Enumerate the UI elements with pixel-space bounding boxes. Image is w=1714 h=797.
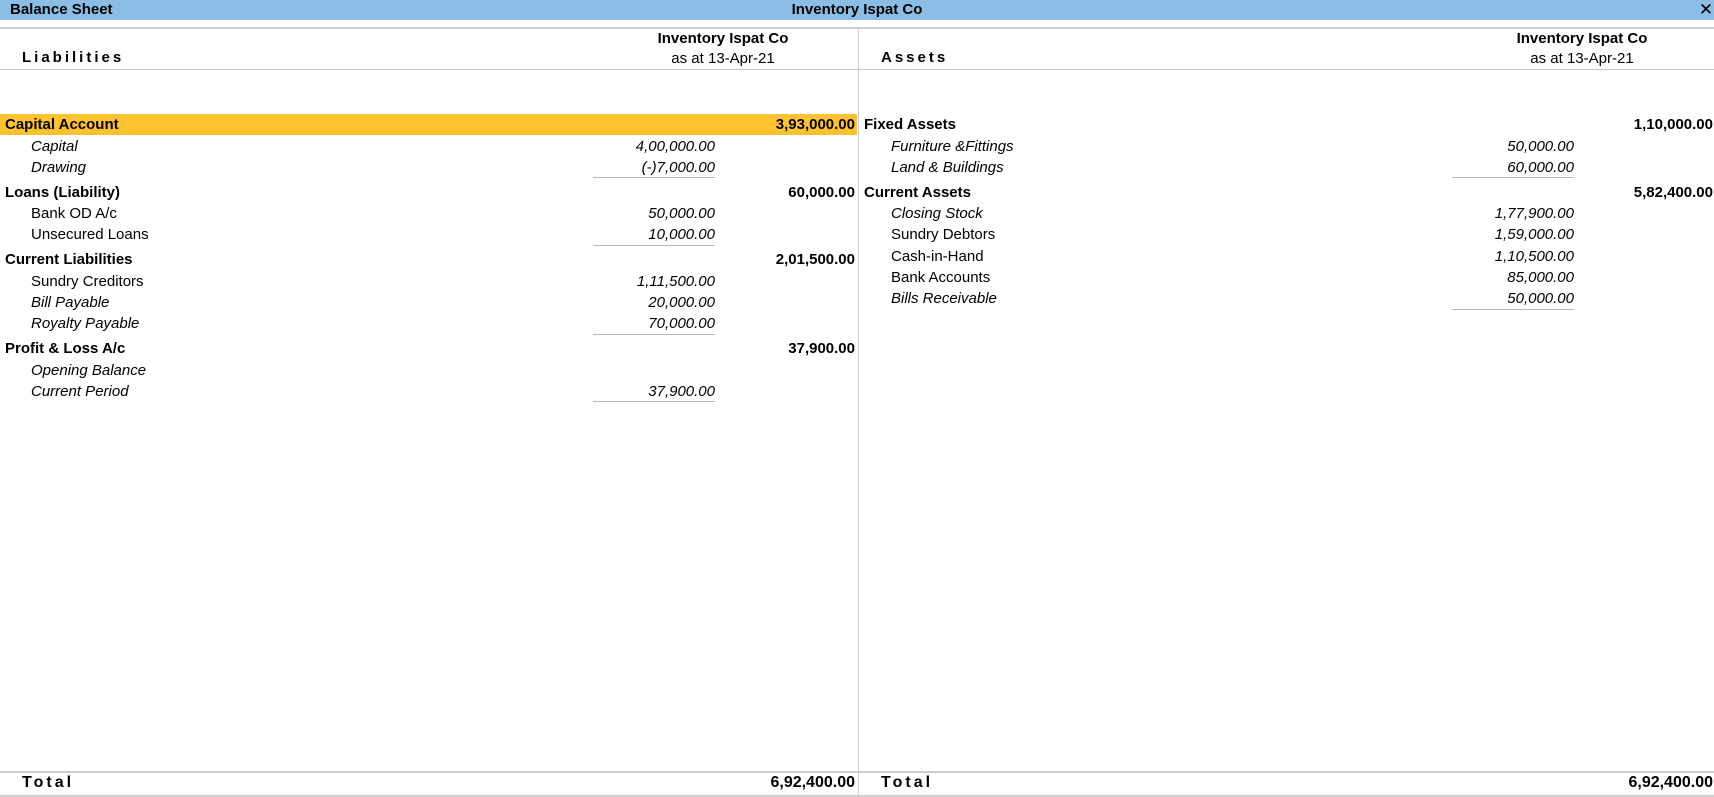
group-name: Loans (Liability) bbox=[5, 183, 121, 201]
ledger-row[interactable]: Sundry Creditors bbox=[31, 271, 144, 292]
group-row[interactable]: Current Assets bbox=[864, 182, 971, 203]
header-bottom-divider bbox=[0, 69, 1714, 70]
assets-date: as at 13-Apr-21 bbox=[1530, 50, 1634, 67]
ledger-amount: 50,000.00 bbox=[1507, 290, 1574, 308]
assets-total-label: Total bbox=[881, 774, 934, 791]
group-row[interactable]: Fixed Assets bbox=[864, 114, 956, 135]
title-bar: Balance Sheet Inventory Ispat Co ✕ bbox=[0, 0, 1714, 20]
ledger-amount: 10,000.00 bbox=[648, 226, 715, 244]
ledger-name: Sundry Creditors bbox=[31, 272, 144, 290]
ledger-name: Cash-in-Hand bbox=[891, 247, 984, 265]
liabilities-column-header: Inventory Ispat Co as at 13-Apr-21 bbox=[613, 29, 833, 69]
close-icon[interactable]: ✕ bbox=[1698, 0, 1714, 20]
ledger-amount: 1,11,500.00 bbox=[636, 272, 715, 290]
ledger-name: Unsecured Loans bbox=[31, 226, 149, 244]
ledger-amount: 4,00,000.00 bbox=[635, 137, 715, 155]
ledger-row[interactable]: Royalty Payable bbox=[31, 313, 139, 334]
ledger-amount: 60,000.00 bbox=[1507, 158, 1574, 176]
ledger-row[interactable]: Unsecured Loans bbox=[31, 224, 149, 245]
company-title: Inventory Ispat Co bbox=[791, 1, 923, 18]
group-amount: 37,900.00 bbox=[788, 340, 855, 358]
ledger-name: Furniture &Fittings bbox=[891, 137, 1014, 155]
ledger-row[interactable]: Opening Balance bbox=[31, 360, 146, 381]
ledger-row[interactable]: Sundry Debtors bbox=[891, 224, 995, 245]
ledger-name: Bills Receivable bbox=[891, 290, 997, 308]
column-divider bbox=[858, 29, 859, 797]
ledger-amount: (-)7,000.00 bbox=[641, 158, 715, 176]
ledger-name: Closing Stock bbox=[891, 205, 983, 223]
group-amount: 1,10,000.00 bbox=[1633, 116, 1713, 133]
ledger-row[interactable]: Capital bbox=[31, 136, 78, 157]
ledger-name: Current Period bbox=[31, 382, 129, 400]
ledger-amount: 85,000.00 bbox=[1507, 269, 1574, 286]
ledger-amount: 1,10,500.00 bbox=[1494, 247, 1574, 265]
subtotal-underline bbox=[1452, 308, 1574, 310]
ledger-row[interactable]: Land & Buildings bbox=[891, 157, 1004, 178]
assets-heading: Assets bbox=[881, 49, 949, 66]
liabilities-total-amount: 6,92,400.00 bbox=[770, 774, 855, 791]
ledger-name: Drawing bbox=[31, 158, 87, 176]
ledger-amount: 50,000.00 bbox=[1507, 137, 1574, 155]
ledger-row[interactable]: Closing Stock bbox=[891, 203, 983, 224]
group-name: Capital Account bbox=[5, 116, 119, 133]
group-row[interactable]: Capital Account bbox=[5, 114, 119, 135]
liabilities-total-label: Total bbox=[22, 774, 75, 791]
group-amount: 60,000.00 bbox=[788, 183, 855, 201]
assets-total-amount: 6,92,400.00 bbox=[1628, 774, 1713, 791]
subtotal-underline bbox=[593, 333, 715, 335]
ledger-name: Opening Balance bbox=[31, 361, 147, 379]
subtotal-underline bbox=[593, 401, 715, 403]
ledger-row[interactable]: Bank Accounts bbox=[891, 267, 990, 288]
subtotal-underline bbox=[593, 244, 715, 246]
liabilities-heading: Liabilities bbox=[22, 49, 125, 66]
group-name: Profit & Loss A/c bbox=[5, 340, 126, 358]
ledger-amount: 37,900.00 bbox=[648, 382, 715, 400]
liabilities-date: as at 13-Apr-21 bbox=[671, 50, 775, 67]
ledger-amount: 1,77,900.00 bbox=[1494, 205, 1574, 223]
group-name: Current Liabilities bbox=[5, 251, 133, 269]
ledger-name: Sundry Debtors bbox=[891, 226, 996, 244]
ledger-row[interactable]: Cash-in-Hand bbox=[891, 246, 984, 267]
ledger-amount bbox=[555, 360, 715, 381]
ledger-row[interactable]: Bills Receivable bbox=[891, 288, 997, 309]
liabilities-company-name: Inventory Ispat Co bbox=[657, 30, 789, 47]
group-row[interactable]: Current Liabilities bbox=[5, 249, 133, 270]
ledger-row[interactable]: Furniture &Fittings bbox=[891, 136, 1014, 157]
total-top-divider bbox=[0, 771, 1714, 773]
ledger-name: Royalty Payable bbox=[31, 315, 140, 333]
group-row[interactable]: Loans (Liability) bbox=[5, 182, 120, 203]
header-top-divider bbox=[0, 27, 1714, 29]
subtotal-underline bbox=[1452, 177, 1574, 179]
ledger-name: Bank Accounts bbox=[891, 269, 991, 286]
ledger-row[interactable]: Bank OD A/c bbox=[31, 203, 117, 224]
ledger-name: Bank OD A/c bbox=[31, 205, 117, 223]
ledger-name: Bill Payable bbox=[31, 294, 110, 311]
ledger-amount: 50,000.00 bbox=[648, 205, 715, 223]
group-amount: 2,01,500.00 bbox=[775, 251, 855, 269]
ledger-amount: 20,000.00 bbox=[648, 294, 715, 311]
ledger-name: Capital bbox=[31, 137, 78, 155]
group-name: Current Assets bbox=[864, 183, 971, 201]
ledger-row[interactable]: Bill Payable bbox=[31, 292, 109, 313]
subtotal-underline bbox=[593, 177, 715, 179]
assets-column-header: Inventory Ispat Co as at 13-Apr-21 bbox=[1472, 29, 1692, 69]
group-amount: 3,93,000.00 bbox=[775, 116, 855, 133]
ledger-row[interactable]: Current Period bbox=[31, 381, 129, 402]
ledger-row[interactable]: Drawing bbox=[31, 157, 86, 178]
assets-company-name: Inventory Ispat Co bbox=[1516, 30, 1648, 47]
group-amount: 5,82,400.00 bbox=[1633, 183, 1713, 201]
ledger-amount: 1,59,000.00 bbox=[1494, 226, 1574, 244]
ledger-name: Land & Buildings bbox=[891, 158, 1004, 176]
group-name: Fixed Assets bbox=[864, 116, 956, 133]
ledger-amount: 70,000.00 bbox=[648, 315, 715, 333]
group-row[interactable]: Profit & Loss A/c bbox=[5, 338, 125, 359]
